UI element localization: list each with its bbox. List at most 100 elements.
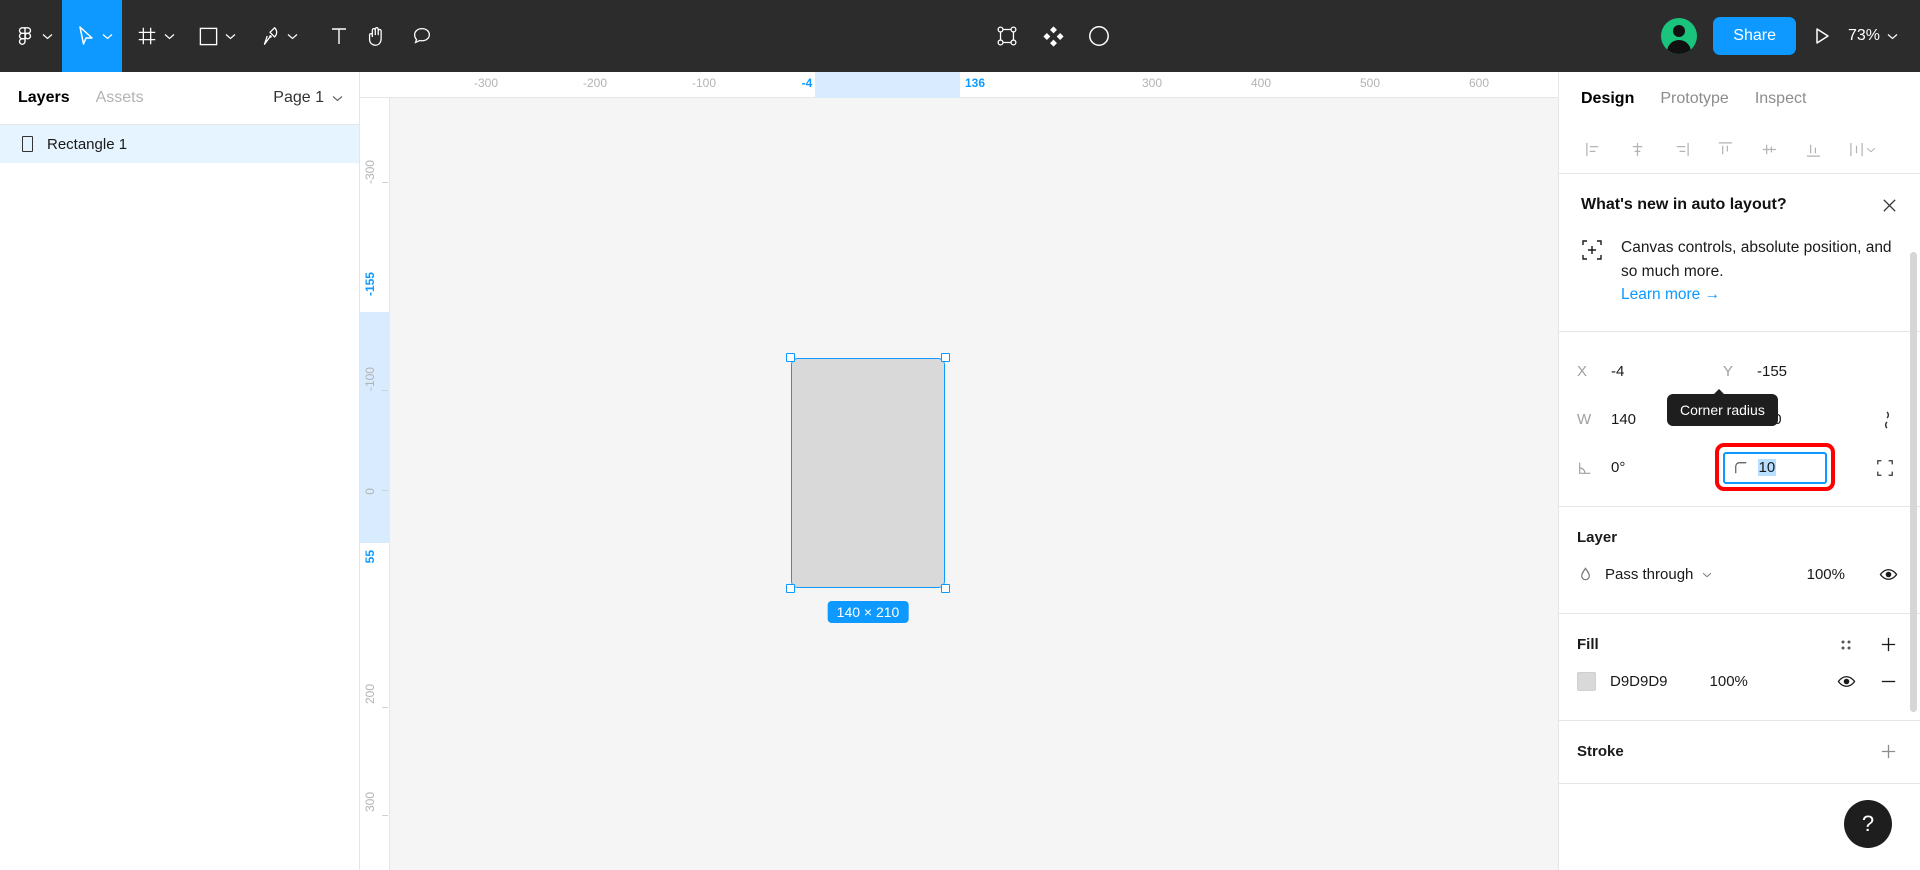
y-label: Y [1723, 363, 1734, 381]
stroke-section-title: Stroke [1577, 743, 1624, 761]
tab-layers[interactable]: Layers [18, 89, 70, 107]
comment-tool-button[interactable] [399, 0, 445, 72]
rectangle-icon [198, 26, 219, 47]
text-icon [329, 25, 349, 47]
tab-design[interactable]: Design [1581, 90, 1634, 108]
figma-menu-caret-icon[interactable] [36, 0, 58, 72]
corner-radius-value[interactable]: 10 [1757, 459, 1777, 477]
blend-mode-selector[interactable]: Pass through [1605, 566, 1712, 583]
whats-new-description: Canvas controls, absolute position, and … [1621, 239, 1892, 280]
x-value[interactable]: -4 [1611, 363, 1624, 380]
y-field[interactable]: Y -155 [1723, 363, 1869, 380]
align-bottom-icon[interactable] [1797, 134, 1829, 166]
align-right-icon[interactable] [1665, 134, 1697, 166]
canvas-surface[interactable]: 140 × 210 [390, 98, 1558, 870]
theme-toggle-button[interactable] [1076, 0, 1122, 72]
ruler-v-tick: 0 [363, 488, 377, 495]
tab-prototype[interactable]: Prototype [1660, 90, 1728, 108]
stroke-add-plus-icon[interactable] [1874, 738, 1902, 766]
plugins-tool-button[interactable] [1030, 0, 1076, 72]
layer-visibility-eye-icon[interactable] [1874, 561, 1902, 589]
page-selector[interactable]: Page 1 [273, 72, 343, 124]
properties-section: X -4 Y -155 W 140 H 210 [1559, 332, 1920, 507]
whats-new-title: What's new in auto layout? [1581, 196, 1787, 213]
rectangle-shape[interactable] [792, 359, 944, 587]
w-label: W [1577, 411, 1592, 429]
layer-name: Rectangle 1 [47, 135, 128, 153]
hand-icon [365, 25, 387, 48]
learn-more-link[interactable]: Learn more → [1621, 283, 1720, 307]
align-left-icon[interactable] [1577, 134, 1609, 166]
close-icon[interactable] [1876, 192, 1902, 218]
fill-hex-value[interactable]: D9D9D9 [1610, 673, 1668, 690]
page-label: Page 1 [273, 89, 324, 106]
whats-new-body: Canvas controls, absolute position, and … [1581, 236, 1898, 307]
component-tool-button[interactable] [984, 0, 1030, 72]
fill-color-swatch[interactable] [1577, 672, 1596, 692]
align-horizontal-center-icon[interactable] [1621, 134, 1653, 166]
fill-opacity-value[interactable]: 100% [1710, 673, 1748, 690]
layer-opacity-value[interactable]: 100% [1807, 566, 1845, 583]
zoom-level-label: 73% [1847, 27, 1881, 44]
align-vertical-center-icon[interactable] [1753, 134, 1785, 166]
right-panel-scrollbar[interactable] [1910, 252, 1917, 712]
figma-logo-icon [14, 25, 36, 47]
right-panel-tabs: Design Prototype Inspect [1559, 72, 1920, 126]
fill-add-plus-icon[interactable] [1874, 631, 1902, 659]
independent-corners-icon[interactable] [1868, 451, 1902, 485]
corner-radius-icon [1734, 461, 1748, 475]
pen-tool-button[interactable] [245, 0, 307, 72]
w-value[interactable]: 140 [1611, 411, 1636, 428]
right-sidebar: Design Prototype Inspect What's new in a… [1558, 72, 1920, 870]
avatar-body [1667, 40, 1692, 54]
figma-menu-button[interactable] [0, 0, 62, 72]
move-tool-caret-icon[interactable] [96, 0, 118, 72]
share-button[interactable]: Share [1713, 17, 1796, 55]
frame-tool-button[interactable] [122, 0, 184, 72]
plugins-diamond-icon [1041, 24, 1066, 49]
fill-item-row: D9D9D9 100% [1577, 660, 1902, 704]
fill-header-actions [1832, 631, 1902, 659]
move-tool-button[interactable] [62, 0, 122, 72]
ruler-v-tick: 200 [363, 684, 377, 705]
horizontal-ruler[interactable]: -300 -200 -100 -4 136 300 400 500 600 70… [360, 72, 1558, 98]
rotation-value[interactable]: 0° [1611, 459, 1625, 476]
distribute-icon[interactable] [1841, 134, 1883, 166]
rotation-field[interactable]: 0° [1577, 459, 1723, 476]
frame-tool-caret-icon[interactable] [158, 0, 180, 72]
x-field[interactable]: X -4 [1577, 363, 1723, 380]
hand-tool-button[interactable] [353, 0, 399, 72]
shape-tool-caret-icon[interactable] [219, 0, 241, 72]
help-button[interactable]: ? [1844, 800, 1892, 848]
user-avatar[interactable] [1661, 18, 1698, 54]
zoom-caret-icon[interactable] [1887, 33, 1898, 40]
zoom-control[interactable]: 73% [1848, 27, 1920, 45]
corner-radius-input[interactable]: 10 [1722, 451, 1827, 484]
fill-styles-icon[interactable] [1832, 631, 1860, 659]
present-button[interactable] [1796, 0, 1848, 72]
tab-assets[interactable]: Assets [96, 89, 144, 107]
tab-inspect[interactable]: Inspect [1755, 90, 1807, 108]
position-row: X -4 Y -155 [1577, 348, 1902, 396]
component-icon [995, 24, 1019, 48]
ruler-v-tick: -100 [363, 367, 377, 392]
fill-visibility-eye-icon[interactable] [1832, 668, 1860, 696]
pen-tool-caret-icon[interactable] [281, 0, 303, 72]
resize-handle-bottom-right[interactable] [941, 584, 950, 593]
constrain-proportions-icon[interactable] [1868, 403, 1902, 437]
ruler-h-tick-selection-end: 136 [964, 76, 986, 90]
canvas-area[interactable]: 140 × 210 -300 -200 -100 -4 136 300 400 … [360, 72, 1558, 870]
align-top-icon[interactable] [1709, 134, 1741, 166]
y-value[interactable]: -155 [1757, 363, 1787, 380]
ruler-h-tick: -100 [691, 76, 717, 90]
shape-tool-button[interactable] [184, 0, 245, 72]
frame-icon [136, 25, 158, 47]
rotation-radius-row: 0° 10 Corner radius [1577, 388, 1902, 492]
figma-app-window: Share 73% Layers Assets Page 1 Rectangle… [0, 0, 1920, 870]
vertical-ruler[interactable]: -300 -155 -100 0 55 200 300 [360, 98, 390, 870]
ruler-v-mark [382, 390, 388, 391]
x-label: X [1577, 363, 1588, 381]
fill-remove-minus-icon[interactable] [1874, 668, 1902, 696]
text-tool-button[interactable] [307, 0, 353, 72]
layer-item-rectangle-1[interactable]: Rectangle 1 [0, 125, 359, 163]
